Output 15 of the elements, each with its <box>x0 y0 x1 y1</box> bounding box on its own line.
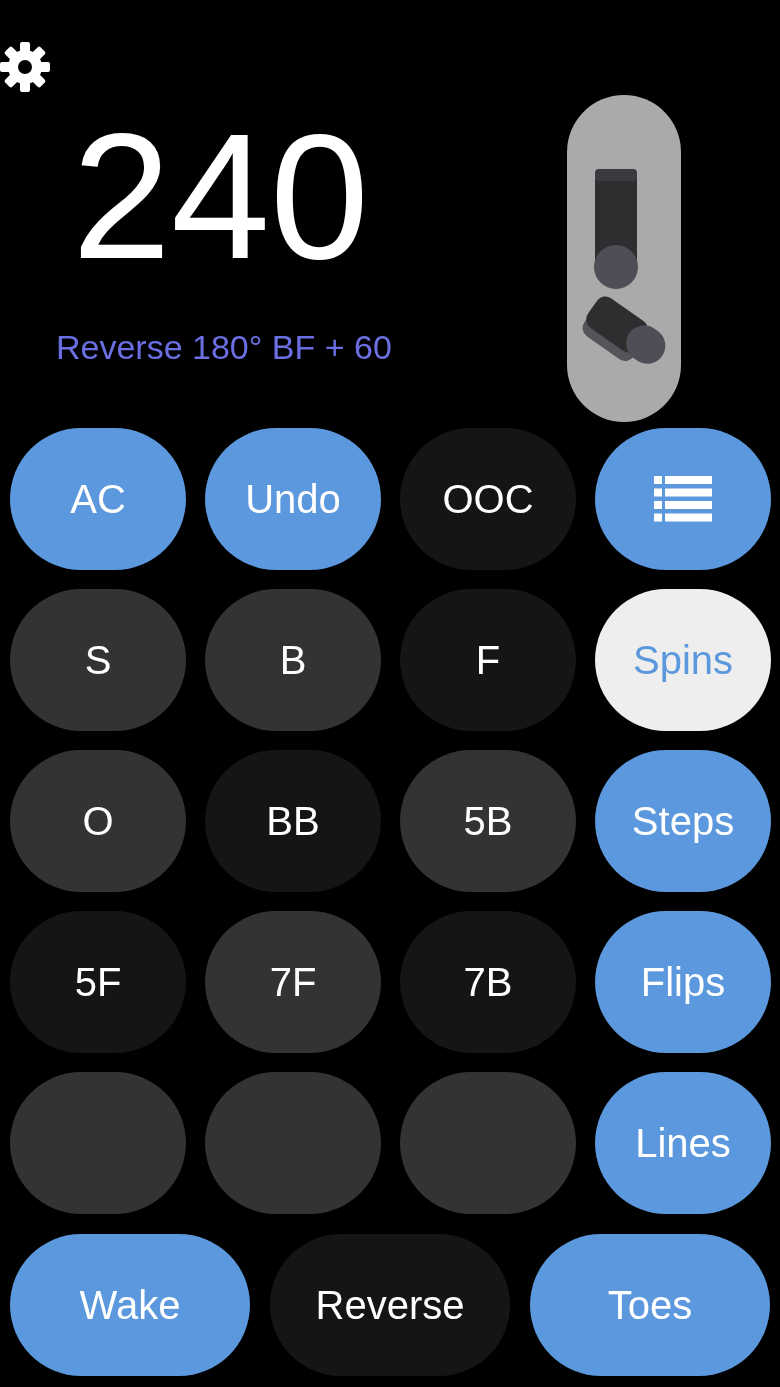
key-button[interactable]: BB <box>205 750 381 892</box>
jump-description: Reverse 180° BF + 60 <box>56 328 392 367</box>
key-button[interactable]: 5F <box>10 911 186 1053</box>
key-button[interactable]: OOC <box>400 428 576 570</box>
list-icon <box>654 476 712 522</box>
key-button[interactable]: O <box>10 750 186 892</box>
key-button[interactable]: 7F <box>205 911 381 1053</box>
settings-icon[interactable] <box>0 42 50 92</box>
key-button[interactable]: F <box>400 589 576 731</box>
key-button[interactable]: Reverse <box>270 1234 510 1376</box>
key-button[interactable]: B <box>205 589 381 731</box>
key-button[interactable]: S <box>10 589 186 731</box>
key-button[interactable]: 5B <box>400 750 576 892</box>
key-button[interactable]: 7B <box>400 911 576 1053</box>
score-value: 240 <box>72 108 369 286</box>
